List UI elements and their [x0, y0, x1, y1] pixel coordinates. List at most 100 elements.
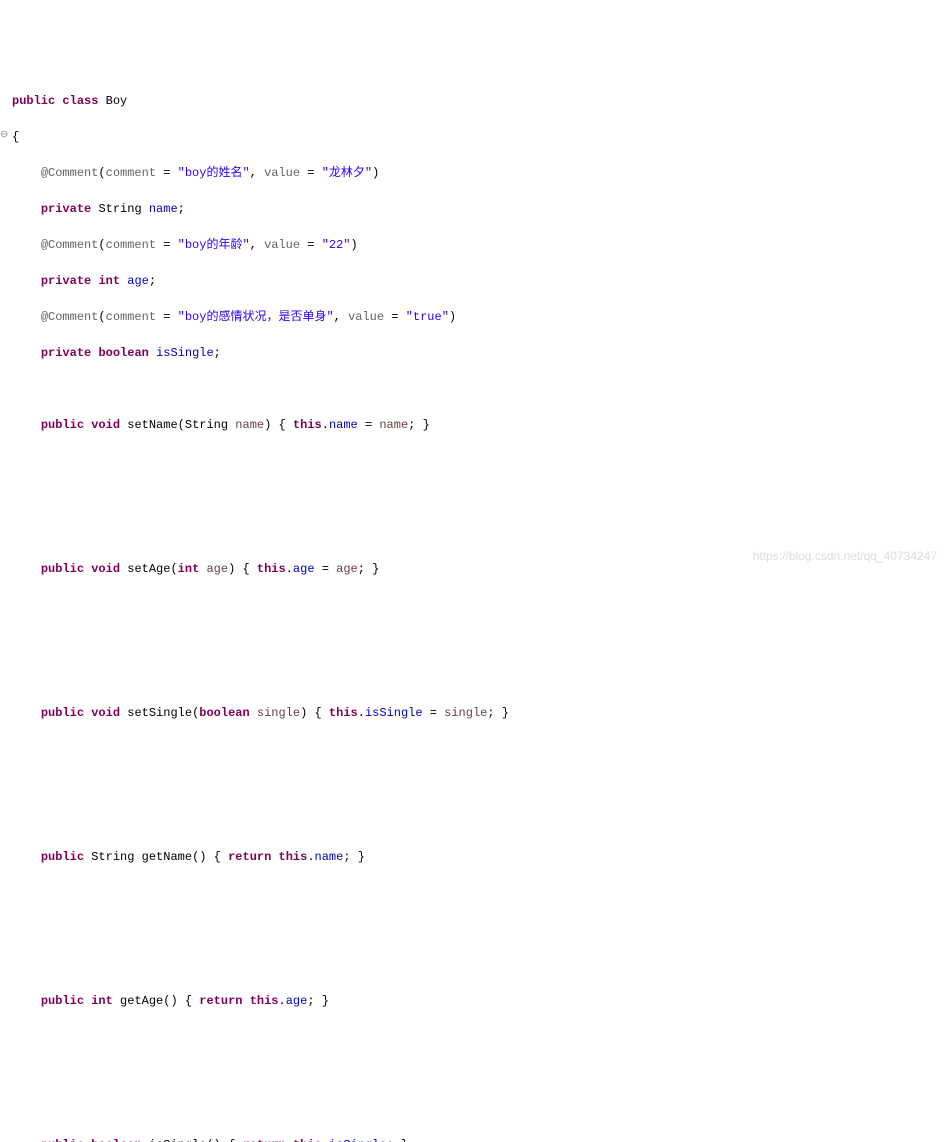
code-editor: public class Boy ⊖{ @Comment(comment = "… [0, 72, 947, 1142]
keyword: boolean [91, 1138, 141, 1142]
field: age [293, 562, 315, 576]
code-line: private boolean isSingle; [12, 344, 947, 362]
string-literal: "boy的年龄" [178, 238, 250, 252]
string-literal: "boy的姓名" [178, 166, 250, 180]
keyword: public [41, 994, 84, 1008]
code-line: public void setSingle(boolean single) { … [12, 704, 947, 722]
type: String [98, 202, 141, 216]
annotation: @Comment [41, 238, 99, 252]
string-literal: "boy的感情状况，是否单身" [178, 310, 334, 324]
type: String [91, 850, 134, 864]
code-line [12, 632, 947, 650]
keyword: this [279, 850, 308, 864]
class-name: Boy [106, 94, 128, 108]
ann-key: value [264, 166, 300, 180]
keyword: public [41, 1138, 84, 1142]
keyword: class [62, 94, 98, 108]
method: isSingle [149, 1138, 207, 1142]
ann-key: comment [106, 310, 156, 324]
code-line: private int age; [12, 272, 947, 290]
keyword: boolean [98, 346, 148, 360]
field: age [127, 274, 149, 288]
keyword: public [41, 418, 84, 432]
annotation: @Comment [41, 166, 99, 180]
keyword: this [257, 562, 286, 576]
param: age [206, 562, 228, 576]
keyword: this [293, 1138, 322, 1142]
ann-key: comment [106, 238, 156, 252]
code-line [12, 1028, 947, 1046]
param: age [336, 562, 358, 576]
keyword: this [293, 418, 322, 432]
string-literal: "22" [322, 238, 351, 252]
param: name [379, 418, 408, 432]
code-line: public void setName(String name) { this.… [12, 416, 947, 434]
ann-key: comment [106, 166, 156, 180]
field: name [329, 418, 358, 432]
code-line [12, 740, 947, 758]
keyword: private [41, 346, 91, 360]
keyword: public [41, 706, 84, 720]
code-line [12, 776, 947, 794]
code-line [12, 920, 947, 938]
code-line [12, 812, 947, 830]
keyword: void [91, 418, 120, 432]
code-line [12, 956, 947, 974]
code-line: @Comment(comment = "boy的感情状况，是否单身", valu… [12, 308, 947, 326]
code-line [12, 884, 947, 902]
fold-icon[interactable]: ⊖ [0, 128, 8, 143]
keyword: private [41, 274, 91, 288]
param: single [257, 706, 300, 720]
code-line: public class Boy [12, 92, 947, 110]
keyword: public [12, 94, 55, 108]
ann-key: value [264, 238, 300, 252]
keyword: int [98, 274, 120, 288]
code-line [12, 668, 947, 686]
string-literal: "true" [406, 310, 449, 324]
code-line [12, 380, 947, 398]
keyword: void [91, 706, 120, 720]
code-line: public String getName() { return this.na… [12, 848, 947, 866]
field: name [315, 850, 344, 864]
keyword: this [329, 706, 358, 720]
code-line [12, 1064, 947, 1082]
annotation: @Comment [41, 310, 99, 324]
keyword: int [178, 562, 200, 576]
method: setSingle [127, 706, 192, 720]
method: getAge [120, 994, 163, 1008]
code-line: @Comment(comment = "boy的年龄", value = "22… [12, 236, 947, 254]
code-line [12, 1100, 947, 1118]
keyword: return [242, 1138, 285, 1142]
keyword: int [91, 994, 113, 1008]
string-literal: "龙林夕" [322, 166, 372, 180]
keyword: return [199, 994, 242, 1008]
code-line [12, 452, 947, 470]
keyword: public [41, 562, 84, 576]
code-line: public int getAge() { return this.age; } [12, 992, 947, 1010]
code-line [12, 488, 947, 506]
field: isSingle [365, 706, 423, 720]
keyword: private [41, 202, 91, 216]
method: setName [127, 418, 177, 432]
code-line [12, 596, 947, 614]
field: age [286, 994, 308, 1008]
field: isSingle [156, 346, 214, 360]
keyword: void [91, 562, 120, 576]
ann-key: value [348, 310, 384, 324]
field: isSingle [329, 1138, 387, 1142]
field: name [149, 202, 178, 216]
keyword: boolean [199, 706, 249, 720]
keyword: public [41, 850, 84, 864]
param: single [444, 706, 487, 720]
param: name [235, 418, 264, 432]
code-line: public boolean isSingle() { return this.… [12, 1136, 947, 1142]
code-line [12, 524, 947, 542]
keyword: return [228, 850, 271, 864]
code-line: @Comment(comment = "boy的姓名", value = "龙林… [12, 164, 947, 182]
type: String [185, 418, 228, 432]
method: getName [142, 850, 192, 864]
keyword: this [250, 994, 279, 1008]
code-line: ⊖{ [12, 128, 947, 146]
method: setAge [127, 562, 170, 576]
code-line: private String name; [12, 200, 947, 218]
